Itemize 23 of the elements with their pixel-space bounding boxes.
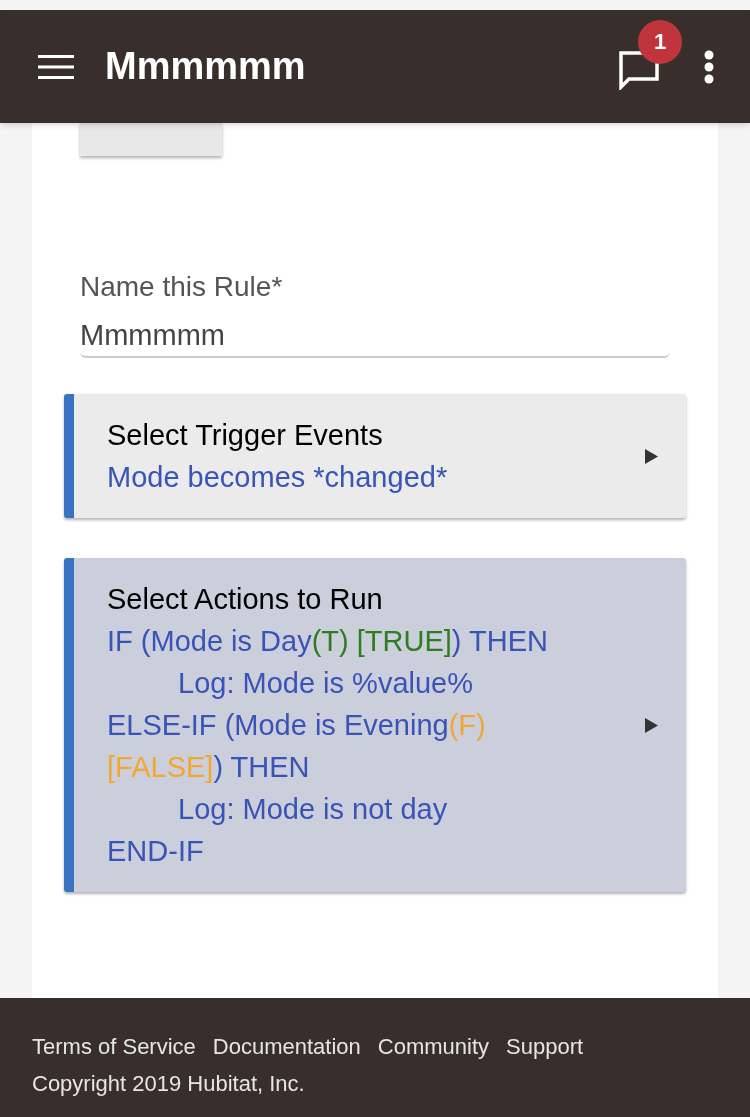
rule-line: Log: Mode is not day xyxy=(177,792,449,827)
footer-link[interactable]: Community xyxy=(377,1030,490,1063)
rule-line: Log: Mode is %value% xyxy=(177,666,474,701)
rule-line: [FALSE]) THEN xyxy=(107,750,311,785)
rule-line: Mode becomes *changed* xyxy=(107,460,449,495)
field-label: Name this Rule* xyxy=(80,270,284,304)
footer-link[interactable]: Documentation xyxy=(212,1030,361,1063)
section-card[interactable]: Select Trigger Events Mode becomes *changed* xyxy=(64,394,686,518)
footer-link[interactable]: Support xyxy=(506,1030,584,1063)
expand-arrow-icon xyxy=(645,448,658,464)
section-title: Select Trigger Events xyxy=(107,418,384,453)
section-title: Select Actions to Run xyxy=(107,582,384,617)
rule-line: ELSE-IF (Mode is Evening(F) xyxy=(107,708,487,743)
page-title: Mmmmmm xyxy=(105,44,306,89)
copyright-text: Copyright 2019 Hubitat, Inc. xyxy=(32,1070,306,1098)
more-options-icon[interactable] xyxy=(704,49,714,84)
notification-badge: 1 xyxy=(638,19,682,64)
rule-line: END-IF xyxy=(107,834,205,869)
menu-icon[interactable] xyxy=(38,53,74,80)
rule-line: IF (Mode is Day(T) [TRUE]) THEN xyxy=(107,624,549,659)
section-card[interactable]: Select Actions to Run IF (Mode is Day(T) [TRUE]) THEN Log: Mode is %value% ELSE-IF (Mode is Evening(F) [FALSE]) THEN Log: Mode is not day END-IF xyxy=(64,558,686,892)
footer-link[interactable]: Terms of Service xyxy=(32,1030,196,1063)
expand-arrow-icon xyxy=(645,717,658,733)
